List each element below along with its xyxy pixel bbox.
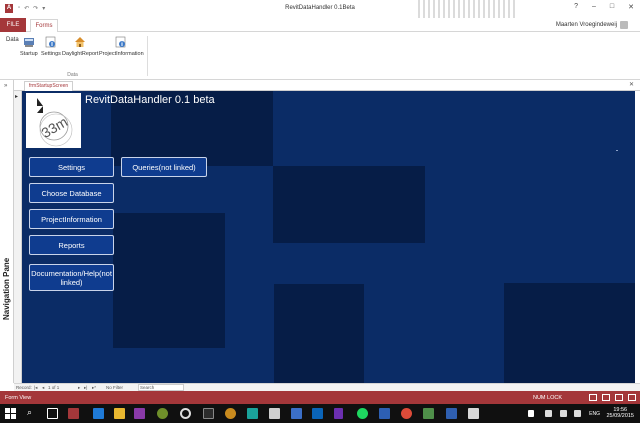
form-settings-icon <box>45 36 57 48</box>
project-information-ribbon-button[interactable]: ProjectInformation <box>99 36 144 57</box>
form-icon <box>23 36 35 48</box>
layout-view-icon[interactable] <box>615 394 623 401</box>
window-title: RevitDataHandler 0.1Beta <box>285 5 355 11</box>
form-info-icon <box>115 36 127 48</box>
revit-icon[interactable] <box>446 408 457 419</box>
tray-up-icon[interactable] <box>528 410 534 417</box>
form-view-icon[interactable] <box>589 394 597 401</box>
documentation-help-button[interactable]: Documentation/Help(not linked) <box>29 264 114 291</box>
company-logo: 33m <box>26 93 81 148</box>
app-icon-grey[interactable] <box>269 408 280 419</box>
background-block <box>113 213 225 348</box>
record-search-input[interactable]: Search <box>138 384 184 391</box>
choose-database-button[interactable]: Choose Database <box>29 183 114 203</box>
startup-button[interactable]: Startup <box>20 36 38 57</box>
clock-date: 25/09/2015 <box>606 413 634 419</box>
outlook-icon[interactable] <box>312 408 323 419</box>
app-icon-blue[interactable] <box>291 408 302 419</box>
onenote-icon[interactable] <box>134 408 145 419</box>
help-button[interactable]: ? <box>574 3 578 11</box>
app-icon-light[interactable] <box>468 408 479 419</box>
tab-frm-startup-screen[interactable]: frmStartupScreen <box>24 81 74 91</box>
access-taskbar-icon[interactable] <box>68 408 79 419</box>
form-marker <box>616 150 618 151</box>
user-account[interactable]: Maarten Vroegindeweij <box>556 21 628 29</box>
settings-ribbon-button[interactable]: Settings <box>41 36 61 57</box>
calculator-icon[interactable] <box>203 408 214 419</box>
network-icon[interactable] <box>545 410 552 417</box>
file-explorer-icon[interactable] <box>114 408 125 419</box>
ribbon: Data Startup Settings DaylightReport Pro… <box>0 32 640 80</box>
navigation-pane-label: Navigation Pane <box>2 257 11 320</box>
task-view-icon[interactable] <box>47 408 58 419</box>
num-lock-indicator: NUM LOCK <box>532 395 562 401</box>
media-icon[interactable] <box>180 408 191 419</box>
app-icon-leaf[interactable] <box>423 408 434 419</box>
title-bar: A ▫ ↶ ↷ ▾ RevitDataHandler 0.1Beta ? – □… <box>0 0 640 18</box>
view-switcher <box>589 394 636 401</box>
navigation-pane[interactable]: » Navigation Pane <box>0 80 14 383</box>
clock[interactable]: 19:56 25/09/2015 <box>606 407 634 419</box>
queries-button[interactable]: Queries(not linked) <box>121 157 207 177</box>
reports-button[interactable]: Reports <box>29 235 114 255</box>
ribbon-tabs: FILE Forms Maarten Vroegindeweij <box>0 18 640 33</box>
start-button[interactable] <box>5 408 16 419</box>
background-block <box>273 166 425 243</box>
search-icon[interactable]: ⌕ <box>27 407 38 418</box>
design-view-icon[interactable] <box>628 394 636 401</box>
edge-icon[interactable] <box>93 408 104 419</box>
ribbon-left-label: Data <box>6 37 19 43</box>
windows-taskbar: ⌕ ENG 19:56 25/09/2015 <box>0 404 640 423</box>
record-navigation-bar: Record: |◂ ◂ 1 of 1 ▸ ▸| ▸* No Filter Se… <box>14 383 640 391</box>
close-button[interactable]: ✕ <box>628 3 634 11</box>
record-pointer-icon: ▸ <box>15 94 19 100</box>
ribbon-group-label: Data <box>67 72 78 78</box>
no-filter-button[interactable]: No Filter <box>106 385 123 390</box>
language-indicator[interactable]: ENG <box>589 411 600 417</box>
close-document-icon[interactable]: ✕ <box>629 81 634 88</box>
notification-icon[interactable] <box>574 410 581 417</box>
chrome-icon[interactable] <box>401 408 412 419</box>
form-title: RevitDataHandler 0.1 beta <box>85 94 215 106</box>
ribbon-group-separator <box>147 36 148 76</box>
record-selector[interactable]: ▸ <box>14 91 22 383</box>
tab-file[interactable]: FILE <box>0 18 26 32</box>
visual-studio-icon[interactable] <box>334 408 343 419</box>
document-tabs: frmStartupScreen ✕ <box>14 80 640 91</box>
user-name: Maarten Vroegindeweij <box>555 22 617 28</box>
background-block <box>274 284 364 383</box>
app-icon-teal[interactable] <box>247 408 258 419</box>
spotify-icon[interactable] <box>357 408 368 419</box>
volume-icon[interactable] <box>560 410 567 417</box>
maximize-button[interactable]: □ <box>610 3 614 11</box>
app-icon-dark-blue[interactable] <box>379 408 390 419</box>
app-icon-green[interactable] <box>157 408 168 419</box>
daylight-report-button[interactable]: DaylightReport <box>62 36 98 57</box>
startup-form: 33m RevitDataHandler 0.1 beta Settings Q… <box>22 91 635 383</box>
project-information-button[interactable]: ProjectInformation <box>29 209 114 229</box>
window-controls: ? – □ ✕ <box>574 3 634 11</box>
view-mode-label: Form View <box>5 395 32 401</box>
tab-forms[interactable]: Forms <box>30 19 58 33</box>
datasheet-view-icon[interactable] <box>602 394 610 401</box>
record-position[interactable]: 1 of 1 <box>48 385 59 390</box>
expand-nav-icon[interactable]: » <box>4 83 7 89</box>
avatar <box>620 21 628 29</box>
background-block <box>504 283 635 383</box>
minimize-button[interactable]: – <box>592 3 596 11</box>
status-bar: Form View NUM LOCK <box>0 391 640 404</box>
app-icon-orange[interactable] <box>225 408 236 419</box>
settings-button[interactable]: Settings <box>29 157 114 177</box>
record-label: Record: <box>16 385 32 390</box>
house-icon <box>74 36 86 48</box>
